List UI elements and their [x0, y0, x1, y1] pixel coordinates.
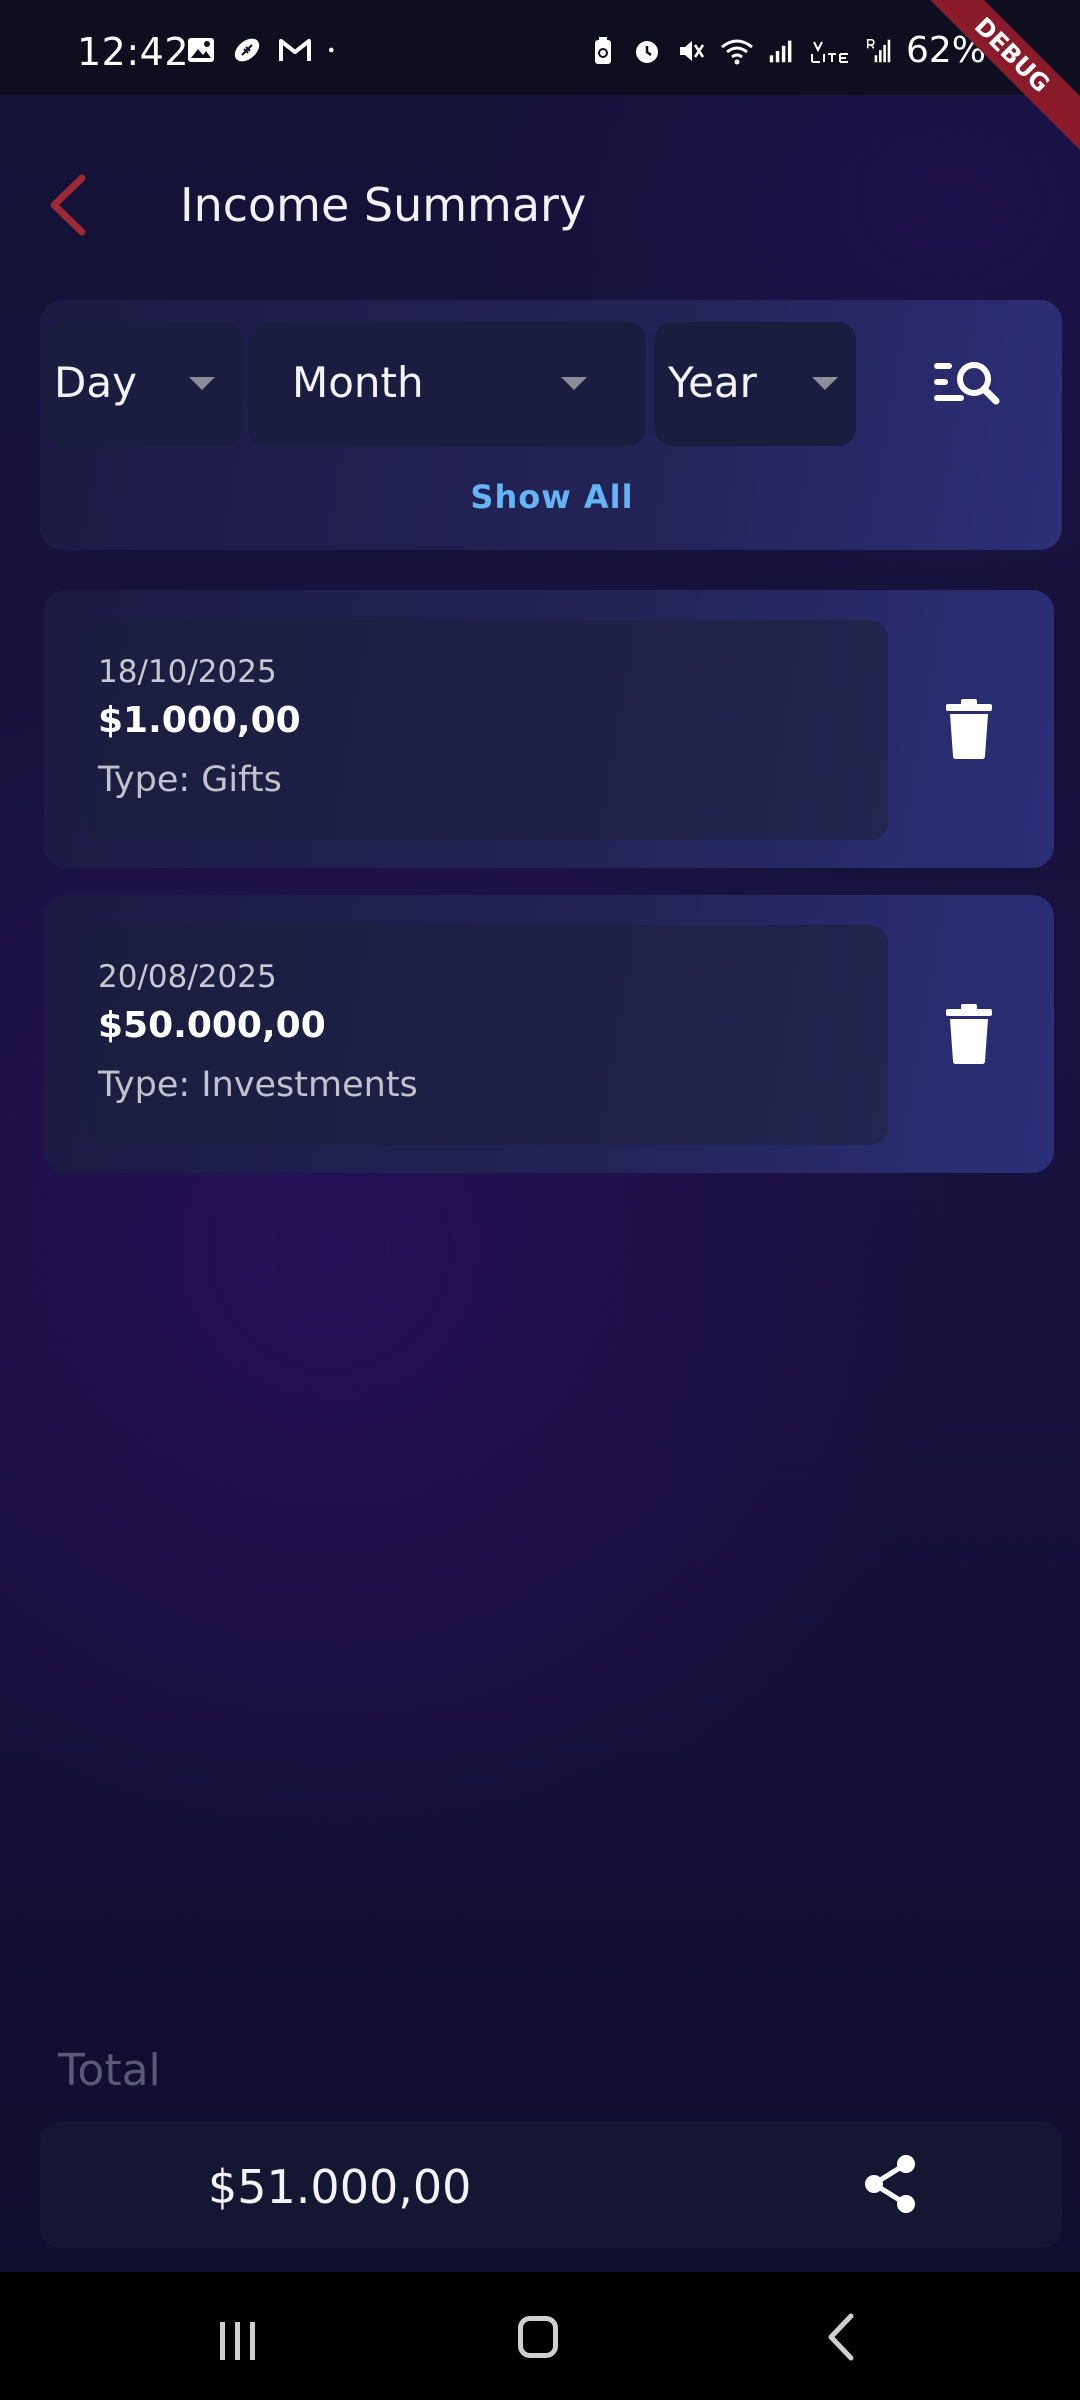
total-label: Total — [58, 2045, 161, 2096]
status-bar: 12:42 62% DEBUG — [0, 0, 1080, 161]
total-amount: $51.000,00 — [208, 2160, 472, 2214]
day-dropdown[interactable]: Day — [44, 322, 242, 446]
battery-saver-icon — [594, 36, 611, 64]
image-icon — [188, 38, 214, 62]
month-dropdown[interactable]: Month — [248, 322, 646, 446]
income-entry-card: 20/08/2025 $50.000,00 Type: Investments — [44, 895, 1054, 1173]
year-dropdown[interactable]: Year — [654, 322, 856, 446]
trash-icon[interactable] — [944, 698, 994, 760]
day-dropdown-label: Day — [54, 358, 137, 407]
month-dropdown-label: Month — [292, 358, 424, 407]
entry-date: 18/10/2025 — [98, 654, 277, 690]
football-icon — [234, 38, 260, 62]
filter-search-icon[interactable] — [930, 355, 1002, 411]
trash-icon[interactable] — [944, 1003, 994, 1065]
status-right-icons: 62% — [588, 30, 1020, 71]
share-icon[interactable] — [862, 2154, 918, 2214]
page-title: Income Summary — [180, 178, 587, 232]
entry-type: Type: Gifts — [98, 760, 282, 800]
signal-roaming-icon — [866, 38, 891, 62]
volte-icon — [810, 41, 848, 63]
entry-date: 20/08/2025 — [98, 959, 277, 995]
recents-icon[interactable] — [218, 2320, 258, 2362]
debug-banner: DEBUG — [906, 0, 1080, 161]
dropdown-caret-icon — [812, 377, 838, 390]
back-icon[interactable] — [825, 2312, 857, 2362]
mute-icon — [679, 40, 705, 61]
entry-amount: $50.000,00 — [98, 1005, 326, 1046]
entry-type: Type: Investments — [98, 1065, 418, 1105]
show-all-button[interactable]: Show All — [0, 478, 1080, 516]
chevron-left-icon[interactable] — [40, 170, 100, 240]
home-icon[interactable] — [518, 2316, 558, 2358]
dropdown-caret-icon — [561, 377, 587, 390]
income-entry-card: 18/10/2025 $1.000,00 Type: Gifts — [44, 590, 1054, 868]
dropdown-caret-icon — [189, 377, 215, 390]
alarm-icon — [635, 40, 658, 63]
signal-icon — [769, 40, 792, 62]
status-left-icons — [186, 35, 342, 65]
status-time: 12:42 — [77, 30, 190, 74]
entry-amount: $1.000,00 — [98, 700, 301, 741]
navigation-bar — [0, 2272, 1080, 2400]
wifi-icon — [721, 39, 753, 64]
year-dropdown-label: Year — [668, 358, 757, 407]
dot-icon — [328, 47, 334, 53]
gmail-icon — [279, 39, 311, 61]
